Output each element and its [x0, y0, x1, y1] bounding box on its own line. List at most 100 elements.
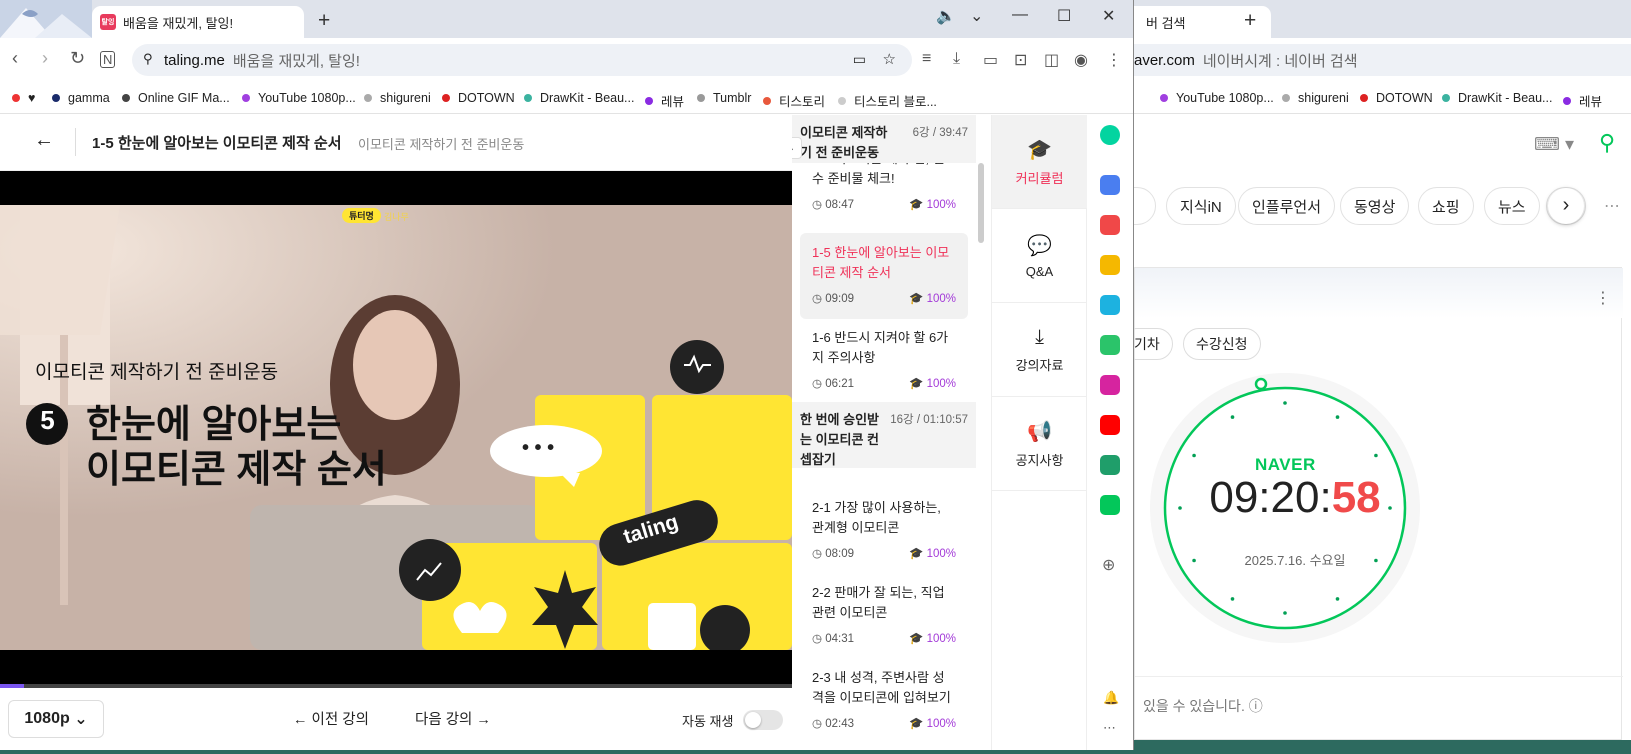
tab-notices[interactable]: 📢 공지사항 — [992, 397, 1087, 491]
bookmark-item[interactable]: DOTOWN — [1360, 91, 1433, 105]
tab-taling[interactable]: 탈잉 배움을 재밌게, 탈잉! — [92, 6, 304, 38]
collapse-panel-chevron-icon[interactable]: › — [792, 137, 802, 159]
category-chip[interactable]: 동영상 — [1340, 187, 1410, 225]
new-tab-plus-icon[interactable]: + — [1244, 9, 1256, 33]
reload-icon[interactable]: ↻ — [70, 48, 85, 69]
section-header[interactable]: 이모티콘 제작하기 전 준비운동 6강 / 39:47 — [792, 115, 976, 163]
bookmark-item[interactable]: DOTOWN — [442, 91, 515, 105]
bookmark-item[interactable]: YouTube 1080p... — [1160, 91, 1274, 105]
bookmark-star-icon[interactable]: ☆ — [883, 50, 896, 68]
section-header[interactable]: 한 번에 승인받는 이모티콘 컨셉잡기 16강 / 01:10:57 — [792, 402, 976, 468]
bookmark-item[interactable]: DrawKit - Beau... — [1442, 91, 1552, 105]
related-chip[interactable]: 기차 — [1134, 328, 1173, 360]
digital-time: 09:20:58 — [1209, 473, 1381, 522]
video-player[interactable]: 튜터명 김나무 이모티콘 제작하기 전 준비운동 5 한눈에 알아보는 이모티콘… — [0, 171, 792, 686]
browser-window-taling: 탈잉 배움을 재밌게, 탈잉! + 🔈 ⌄ — ☐ ✕ ‹ › ↻ N ⚲ ta… — [0, 0, 1134, 750]
tab-curriculum[interactable]: 🎓 커리큘럼 — [992, 115, 1087, 209]
reading-list-icon[interactable]: ≡ — [922, 50, 931, 68]
taling-favicon-icon: 탈잉 — [100, 14, 116, 30]
graduation-cap-icon: 🎓 — [1027, 138, 1052, 161]
chevron-right-icon[interactable]: › — [1548, 188, 1584, 224]
bookmark-item[interactable]: shigureni — [1282, 91, 1349, 105]
minimize-icon[interactable]: — — [1012, 6, 1028, 24]
wallpaper-thumb — [0, 0, 92, 38]
browser-sidebar: ⊕ 🔔 ⋯ — [1087, 115, 1133, 750]
address-bar[interactable]: ⚲ taling.me 배움을 재밌게, 탈잉! ▭ ☆ — [132, 44, 912, 76]
close-window-icon[interactable]: ✕ — [1102, 6, 1115, 26]
list-item-current[interactable]: 1-5 한눈에 알아보는 이모티콘 제작 순서 ◷ 09:09 🎓 100% — [800, 233, 968, 319]
overlay-number: 5 — [40, 405, 55, 435]
download-icon[interactable]: ⤓ — [953, 50, 960, 68]
divider — [75, 128, 76, 156]
bookmark-item[interactable]: ♥ — [12, 91, 35, 105]
time-seconds: 58 — [1331, 473, 1381, 522]
maximize-icon[interactable]: ☐ — [1057, 6, 1071, 26]
speaker-icon[interactable]: 🔈 — [936, 6, 956, 26]
address-bar[interactable]: aver.com 네이버시계 : 네이버 검색 — [1134, 44, 1631, 76]
sidebar-app-icon[interactable] — [1100, 255, 1120, 275]
panel-tabs: 🎓 커리큘럼 💬 Q&A ⤓ 강의자료 📢 공지사항 — [992, 115, 1087, 750]
chat-bubble-icon: 💬 — [1027, 234, 1052, 257]
bookmark-item[interactable]: 티스토리 블로... — [838, 91, 937, 110]
bookmark-item[interactable]: shigureni — [364, 91, 431, 105]
bookmark-item[interactable]: gamma — [52, 91, 110, 105]
split-view-icon[interactable]: ◫ — [1044, 50, 1059, 70]
tab-qna[interactable]: 💬 Q&A — [992, 209, 1087, 303]
instagram-icon[interactable] — [1100, 375, 1120, 395]
related-chip[interactable]: 수강신청 — [1183, 328, 1261, 360]
autoplay-toggle[interactable] — [743, 710, 783, 730]
tab-materials[interactable]: ⤓ 강의자료 — [992, 303, 1087, 397]
keyboard-icon[interactable]: ⌨ ▾ — [1534, 134, 1574, 155]
sidebar-app-icon[interactable] — [1100, 335, 1120, 355]
add-plus-icon[interactable]: ⊕ — [1102, 555, 1115, 575]
category-chip[interactable]: 인플루언서 — [1238, 187, 1336, 225]
curriculum-panel: 1-4 이모티콘 제작 전, 필수 준비물 체크! ◷ 08:47🎓 100% … — [792, 115, 992, 750]
bookmark-item[interactable]: 레뷰 — [1563, 91, 1602, 110]
clock-tick — [1230, 597, 1235, 601]
back-arrow-icon[interactable]: ‹ — [12, 48, 18, 69]
site-info-icon[interactable]: ⚲ — [143, 51, 153, 67]
new-tab-plus-icon[interactable]: + — [318, 9, 330, 33]
bookmark-item[interactable]: 티스토리 — [763, 91, 825, 110]
sidebar-app-icon[interactable] — [1100, 215, 1120, 235]
bookmark-item[interactable]: DrawKit - Beau... — [524, 91, 634, 105]
list-item[interactable]: 2-3 내 성격, 주변사람 성격을 이모티콘에 입혀보기 ◷ 02:43 🎓 1… — [800, 658, 968, 744]
notification-bell-icon[interactable]: 🔔 — [1103, 690, 1119, 706]
disclaimer-text: 있을 수 있습니다. ⓘ — [1143, 698, 1263, 714]
bookmark-item[interactable]: YouTube 1080p... — [242, 91, 356, 105]
sidebar-app-icon[interactable] — [1100, 295, 1120, 315]
list-item[interactable]: 2-2 판매가 잘 되는, 직업 관련 이모티콘 ◷ 04:31 🎓 100% — [800, 573, 968, 659]
bookmark-item[interactable]: Tumblr — [697, 91, 751, 105]
quality-select[interactable]: 1080p ⌄ — [8, 700, 104, 738]
more-dots-icon[interactable]: ⋯ — [1604, 196, 1620, 216]
cast-icon[interactable]: ▭ — [853, 51, 866, 68]
back-arrow-icon[interactable]: ← — [34, 129, 54, 152]
notion-ext-icon[interactable]: N — [100, 51, 116, 68]
category-chip[interactable] — [1134, 187, 1156, 225]
screenshot-icon[interactable]: ⊡ — [1014, 50, 1027, 70]
sidebar-app-icon[interactable] — [1100, 455, 1120, 475]
sidebar-app-icon[interactable] — [1100, 175, 1120, 195]
list-item[interactable]: 2-1 가장 많이 사용하는, 관계형 이모티콘 ◷ 08:09 🎓 100% — [800, 488, 968, 574]
video-icon[interactable]: ▭ — [983, 50, 998, 70]
search-icon[interactable]: ⚲ — [1599, 130, 1615, 156]
kebab-menu-icon[interactable]: ⋮ — [1595, 288, 1611, 308]
menu-dots-icon[interactable]: ⋮ — [1106, 50, 1122, 70]
prev-lecture-button[interactable]: ← 이전 강의 — [293, 708, 369, 729]
bookmark-item[interactable]: 레뷰 — [645, 91, 684, 110]
youtube-icon[interactable] — [1100, 415, 1120, 435]
sidebar-app-icon[interactable] — [1100, 495, 1120, 515]
more-dots-icon[interactable]: ⋯ — [1103, 720, 1116, 736]
list-item[interactable]: 1-6 반드시 지켜야 할 6가지 주의사항 ◷ 06:21 🎓 100% — [800, 318, 968, 404]
category-chip[interactable]: 뉴스 — [1484, 187, 1540, 225]
sidebar-app-icon[interactable] — [1100, 125, 1120, 145]
bookmark-item[interactable]: Online GIF Ma... — [122, 91, 230, 105]
profile-icon[interactable]: ◉ — [1074, 50, 1088, 70]
next-lecture-button[interactable]: 다음 강의 → — [415, 708, 491, 729]
forward-arrow-icon[interactable]: › — [42, 48, 48, 69]
category-chip[interactable]: 지식iN — [1166, 187, 1236, 225]
tab-search-chevron-icon[interactable]: ⌄ — [970, 6, 983, 26]
divider — [1135, 676, 1623, 677]
scrollbar[interactable] — [978, 163, 984, 243]
category-chip[interactable]: 쇼핑 — [1418, 187, 1474, 225]
